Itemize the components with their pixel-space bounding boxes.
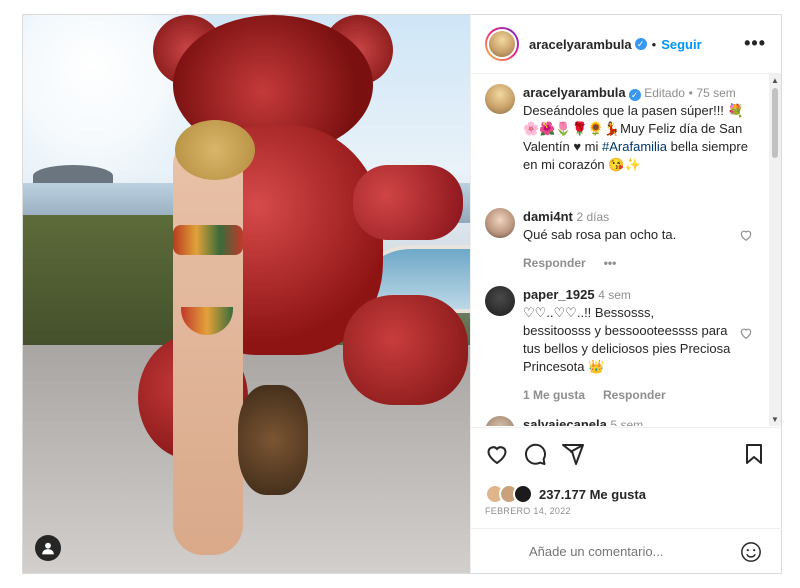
heart-icon[interactable] (739, 228, 753, 242)
caption-text-line: Deseándoles que la pasen súper!!! 💐 (523, 103, 744, 118)
post-header: aracelyarambula ✓ • Seguir ••• (471, 15, 782, 74)
post-sidebar: aracelyarambula ✓ • Seguir ••• aracelyar… (470, 15, 782, 573)
save-bookmark-icon[interactable] (742, 442, 766, 466)
person-icon (42, 542, 54, 555)
bear-arm (353, 165, 463, 240)
caption: aracelyarambula ✓ Editado • 75 sem Deseán… (485, 84, 769, 174)
emoji-icon[interactable] (740, 541, 762, 563)
verified-icon: ✓ (628, 89, 641, 101)
caption-text-line: bella siempre (667, 139, 748, 154)
avatar[interactable] (485, 84, 515, 114)
heart-icon[interactable] (739, 326, 753, 340)
avatar[interactable] (487, 29, 517, 59)
share-icon[interactable] (561, 442, 585, 466)
more-options-icon[interactable]: ••• (744, 33, 766, 54)
comment-options-icon[interactable]: ••• (604, 256, 617, 270)
comment-time[interactable]: 5 sem (610, 418, 643, 426)
post-actions: 237.177 Me gusta FEBRERO 14, 2022 (471, 427, 782, 574)
caption-text-line: Valentín ♥ mi (523, 139, 603, 154)
comment-time[interactable]: 2 días (576, 210, 609, 224)
comment-username[interactable]: salvajecanela (523, 417, 607, 426)
like-heart-icon[interactable] (485, 442, 509, 466)
scroll-thumb[interactable] (772, 88, 778, 158)
add-comment-bar (471, 528, 782, 574)
comment-item: paper_1925 4 sem ♡♡..♡♡..!! Bessosss, be… (485, 286, 769, 404)
comment-item: dami4nt 2 días Qué sab rosa pan ocho ta.… (485, 208, 769, 272)
comment-text: Princesota 👑 (523, 359, 605, 374)
comment-time[interactable]: 4 sem (598, 288, 631, 302)
comment-icon[interactable] (523, 442, 547, 466)
reply-button[interactable]: Responder (603, 388, 666, 402)
comments-scrollbar[interactable]: ▲ ▼ (769, 74, 781, 426)
verified-icon: ✓ (634, 38, 647, 50)
avatar[interactable] (485, 208, 515, 238)
woman (173, 135, 243, 555)
separator-dot: • (688, 86, 693, 100)
likes-count[interactable]: 237.177 Me gusta (539, 487, 646, 502)
caption-time[interactable]: 75 sem (696, 86, 735, 100)
separator-dot: • (651, 36, 657, 52)
dog (238, 385, 308, 495)
comment-text: ♡♡..♡♡..!! Bessosss, (523, 305, 655, 320)
story-ring[interactable] (485, 27, 519, 61)
comment-username[interactable]: dami4nt (523, 209, 573, 224)
sun-hat (175, 120, 255, 180)
hashtag-link[interactable]: #Arafamilia (602, 139, 667, 154)
post-photo[interactable] (23, 15, 470, 573)
comment-input[interactable] (527, 543, 731, 560)
comment-text: Qué sab rosa pan ocho ta. (523, 227, 677, 242)
reply-button[interactable]: Responder (523, 256, 586, 270)
follow-button[interactable]: Seguir (661, 37, 701, 52)
caption-text-line: en mi corazón 😘✨ (523, 157, 641, 172)
comment-text: tus bellos y deliciosos pies Preciosa (523, 341, 731, 356)
scroll-up-icon[interactable]: ▲ (771, 76, 779, 85)
bear-leg-right (343, 295, 468, 405)
comment-item: salvajecanela 5 sem (485, 416, 769, 426)
bikini-top (173, 225, 243, 255)
author-username[interactable]: aracelyarambula (529, 37, 632, 52)
avatar[interactable] (485, 286, 515, 316)
likes-row[interactable]: 237.177 Me gusta (485, 484, 646, 504)
tagged-user-button[interactable] (35, 535, 61, 561)
post-card: aracelyarambula ✓ • Seguir ••• aracelyar… (22, 14, 782, 574)
liker-avatar (513, 484, 533, 504)
comment-username[interactable]: paper_1925 (523, 287, 595, 302)
comment-text: bessitoosss y bessoooteessss para (523, 323, 728, 338)
post-date: FEBRERO 14, 2022 (485, 506, 571, 516)
caption-username[interactable]: aracelyarambula (523, 85, 626, 100)
scroll-down-icon[interactable]: ▼ (771, 415, 779, 424)
caption-text-line: 🌸🌺🌷🌹🌻💃Muy Feliz día de San (523, 121, 743, 136)
edited-label: Editado (644, 86, 685, 100)
avatar[interactable] (485, 416, 515, 426)
comment-likes-button[interactable]: 1 Me gusta (523, 388, 585, 402)
comments-list[interactable]: aracelyarambula ✓ Editado • 75 sem Deseán… (471, 74, 769, 426)
